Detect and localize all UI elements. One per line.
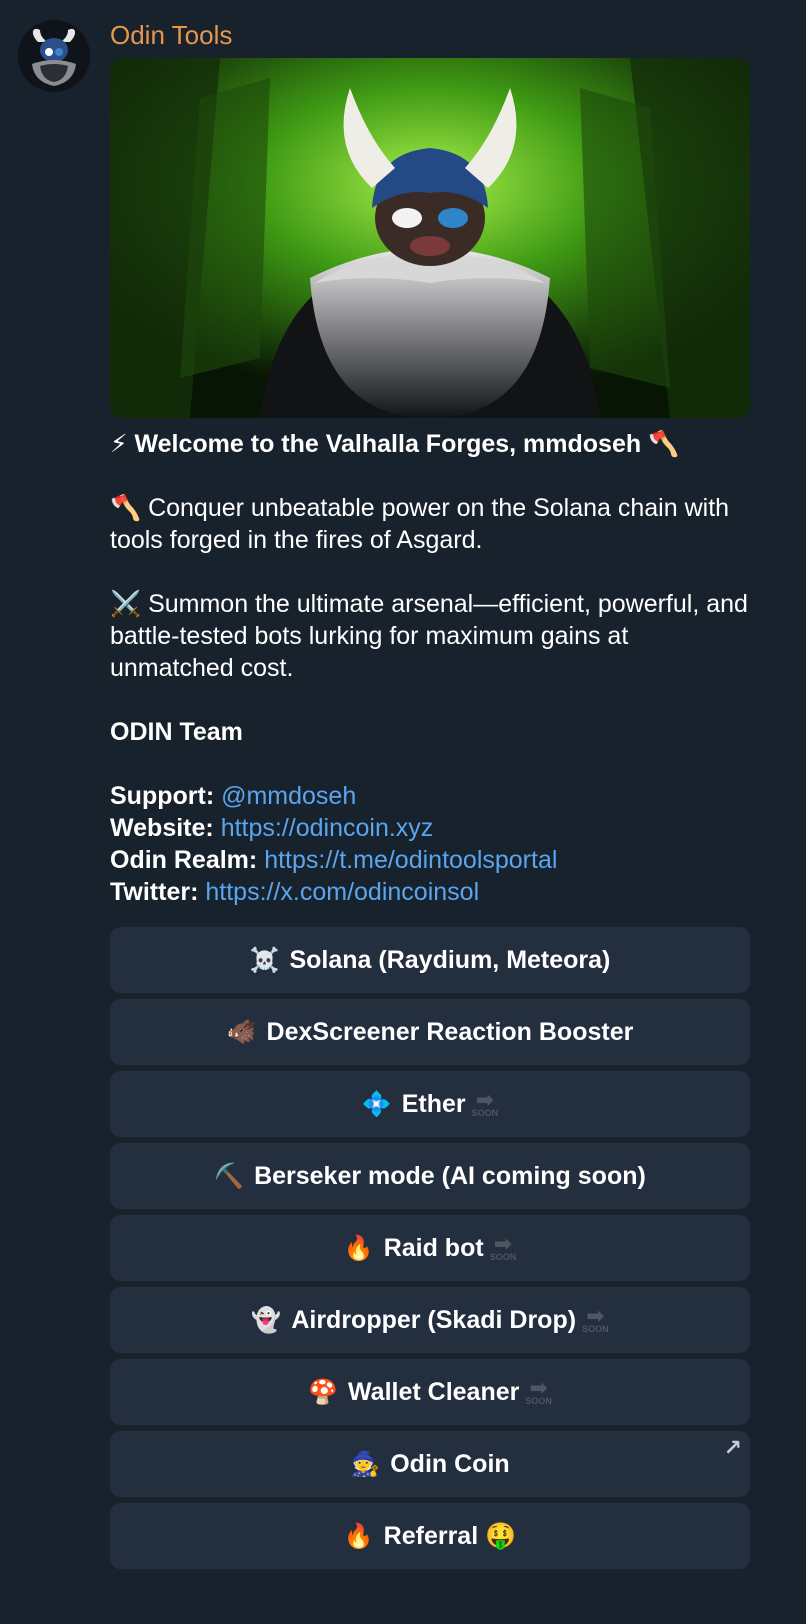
odin-avatar-icon xyxy=(18,20,90,92)
twitter-label: Twitter: xyxy=(110,878,199,906)
odin-coin-button[interactable]: 🧙 Odin Coin ↗ xyxy=(110,1431,750,1497)
soon-arrow-icon: ➡ SOON xyxy=(489,1230,517,1262)
wallet-cleaner-button[interactable]: 🍄 Wallet Cleaner ➡ SOON xyxy=(110,1359,750,1425)
support-link[interactable]: @mmdoseh xyxy=(221,782,356,810)
twitter-link[interactable]: https://x.com/odincoinsol xyxy=(205,878,479,906)
button-label: Raid bot xyxy=(383,1233,484,1262)
button-label: Airdropper (Skadi Drop) xyxy=(291,1305,577,1334)
realm-link[interactable]: https://t.me/odintoolsportal xyxy=(264,846,557,874)
inline-keyboard: ☠️ Solana (Raydium, Meteora) 🐗 DexScreen… xyxy=(110,927,750,1575)
website-link[interactable]: https://odincoin.xyz xyxy=(221,814,434,842)
skull-icon: ☠️ xyxy=(249,946,280,974)
support-line: Support: @mmdoseh xyxy=(110,780,750,812)
boar-icon: 🐗 xyxy=(226,1018,257,1046)
wizard-icon: 🧙 xyxy=(350,1450,381,1478)
fire-icon: 🔥 xyxy=(343,1234,374,1262)
solana-button[interactable]: ☠️ Solana (Raydium, Meteora) xyxy=(110,927,750,993)
ghost-icon: 👻 xyxy=(251,1306,282,1334)
button-label: Berseker mode (AI coming soon) xyxy=(254,1161,646,1190)
website-label: Website: xyxy=(110,814,214,842)
button-label: Solana (Raydium, Meteora) xyxy=(289,945,611,974)
ether-button[interactable]: 💠 Ether ➡ SOON xyxy=(110,1071,750,1137)
message-paragraph-2: ⚔️ Summon the ultimate arsenal—efficient… xyxy=(110,590,748,682)
referral-button[interactable]: 🔥 Referral 🤑 xyxy=(110,1503,750,1569)
odin-character-illustration xyxy=(110,58,750,418)
realm-label: Odin Realm: xyxy=(110,846,258,874)
external-link-icon: ↗ xyxy=(723,1435,742,1460)
button-label: Referral 🤑 xyxy=(383,1521,517,1550)
button-label: Odin Coin xyxy=(390,1449,510,1478)
button-label: Ether xyxy=(401,1089,466,1118)
pick-icon: ⛏️ xyxy=(214,1162,245,1190)
soon-arrow-icon: ➡ SOON xyxy=(471,1086,499,1118)
soon-label: SOON xyxy=(471,1107,499,1118)
fire-icon: 🔥 xyxy=(343,1522,374,1550)
soon-label: SOON xyxy=(489,1251,517,1262)
support-label: Support: xyxy=(110,782,215,810)
message-paragraph-1: 🪓 Conquer unbeatable power on the Solana… xyxy=(110,494,730,554)
twitter-line: Twitter: https://x.com/odincoinsol xyxy=(110,876,750,908)
mushroom-icon: 🍄 xyxy=(308,1378,338,1406)
dexscreener-booster-button[interactable]: 🐗 DexScreener Reaction Booster xyxy=(110,999,750,1065)
bot-avatar[interactable] xyxy=(18,20,90,92)
soon-label: SOON xyxy=(582,1323,609,1334)
soon-label: SOON xyxy=(525,1395,552,1406)
diamond-icon: 💠 xyxy=(361,1090,392,1118)
soon-arrow-icon: ➡ SOON xyxy=(525,1374,552,1406)
message-title: ⚡ Welcome to the Valhalla Forges, mmdose… xyxy=(110,430,680,458)
berseker-mode-button[interactable]: ⛏️ Berseker mode (AI coming soon) xyxy=(110,1143,750,1209)
sender-name[interactable]: Odin Tools xyxy=(110,20,232,51)
button-label: Wallet Cleaner xyxy=(348,1377,520,1406)
raid-bot-button[interactable]: 🔥 Raid bot ➡ SOON xyxy=(110,1215,750,1281)
soon-arrow-icon: ➡ SOON xyxy=(582,1302,609,1334)
button-label: DexScreener Reaction Booster xyxy=(266,1017,634,1046)
welcome-image[interactable] xyxy=(110,58,750,418)
realm-line: Odin Realm: https://t.me/odintoolsportal xyxy=(110,844,750,876)
airdropper-button[interactable]: 👻 Airdropper (Skadi Drop) ➡ SOON xyxy=(110,1287,750,1353)
signature: ODIN Team xyxy=(110,718,243,746)
message-body: ⚡ Welcome to the Valhalla Forges, mmdose… xyxy=(110,428,750,908)
website-line: Website: https://odincoin.xyz xyxy=(110,812,750,844)
